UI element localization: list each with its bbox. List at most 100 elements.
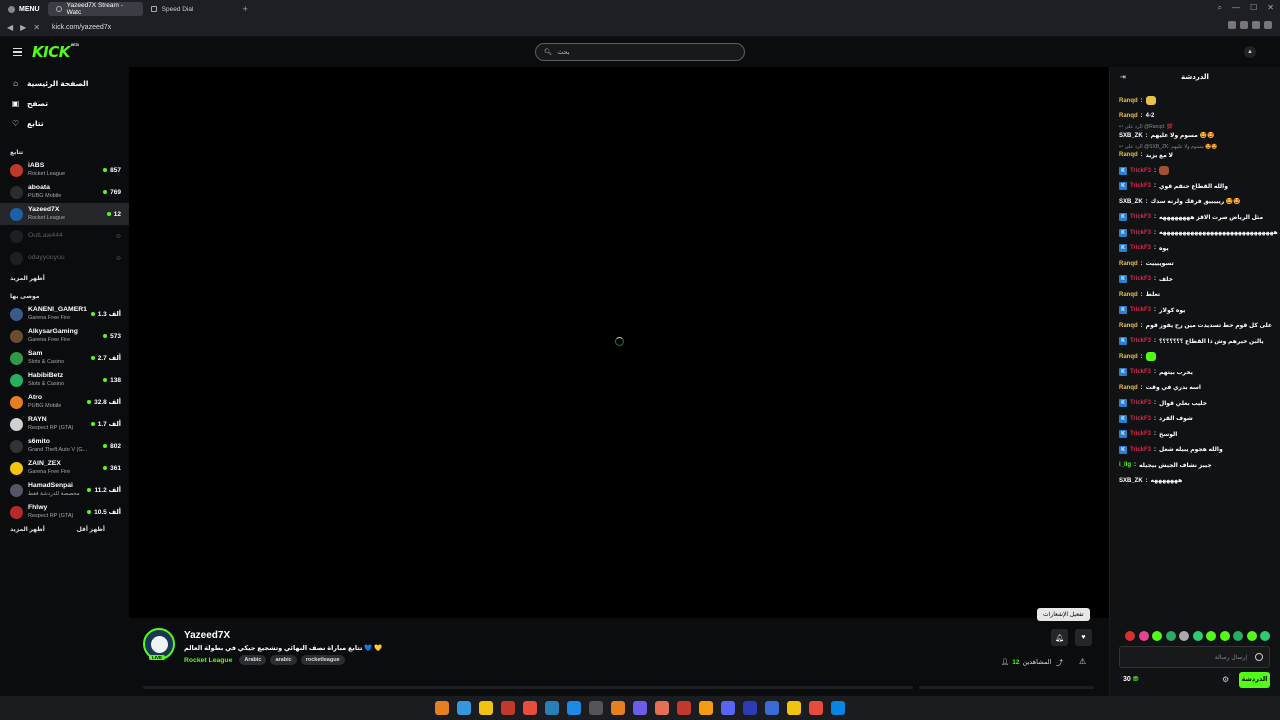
channel-item[interactable]: aboata PUBG Mobile 769: [0, 181, 129, 203]
channel-item[interactable]: OutLaw444 ⊘: [0, 225, 129, 247]
taskbar-app-icon[interactable]: [787, 701, 801, 715]
chat-username[interactable]: TrickF3: [1130, 245, 1151, 251]
video-player[interactable]: [129, 67, 1109, 618]
chat-username[interactable]: TrickF3: [1130, 338, 1151, 344]
chat-input[interactable]: إرسال رسالة: [1119, 646, 1270, 668]
chat-username[interactable]: SXB_ZK: [1119, 133, 1143, 139]
category-link[interactable]: Rocket League: [184, 657, 232, 664]
url-field[interactable]: kick.com/yazeed7x: [52, 24, 111, 31]
emote-icon[interactable]: [1246, 631, 1257, 641]
search-input[interactable]: 🔍︎ بحث: [535, 43, 745, 61]
chevron-up-icon[interactable]: ▲: [1244, 46, 1256, 58]
emote-icon[interactable]: [1152, 631, 1162, 641]
chat-username[interactable]: Ranqd: [1119, 152, 1138, 158]
stop-icon[interactable]: ✕: [33, 23, 40, 32]
channel-item[interactable]: s6mito Grand Theft Auto V (G... 802: [0, 435, 129, 457]
nav-following[interactable]: ♡ تتابع: [0, 113, 129, 133]
taskbar-app-icon[interactable]: [677, 701, 691, 715]
channel-item[interactable]: Atro PUBG Mobile 32.8 ألف: [0, 391, 129, 413]
emote-icon[interactable]: [1192, 631, 1203, 641]
taskbar-app-icon[interactable]: [699, 701, 713, 715]
browser-tab-stream[interactable]: Yazeed7X Stream - Watc: [47, 2, 143, 16]
taskbar-app-icon[interactable]: [611, 701, 625, 715]
emote-icon[interactable]: [1125, 631, 1135, 641]
forward-icon[interactable]: ▶: [20, 23, 26, 32]
chat-username[interactable]: SXB_ZK: [1119, 478, 1143, 484]
notification-bell-button[interactable]: 🔔︎: [1051, 629, 1068, 646]
chat-username[interactable]: TrickF3: [1130, 168, 1151, 174]
channel-item[interactable]: iABS Rocket League 857: [0, 159, 129, 181]
emote-icon[interactable]: [1233, 631, 1243, 641]
channel-item[interactable]: Sam Slots & Casino 2.7 ألف: [0, 347, 129, 369]
chat-username[interactable]: Ranqd: [1119, 292, 1138, 298]
search-tabs-icon[interactable]: ⌕: [1218, 3, 1222, 13]
show-more-following[interactable]: أظهر المزيد: [0, 272, 129, 286]
channel-item[interactable]: KANENI_GAMER1 Garena Free Fire 1.3 ألف: [0, 303, 129, 325]
nav-browse[interactable]: ▣ تصفح: [0, 93, 129, 113]
emoji-icon[interactable]: [1255, 653, 1263, 661]
taskbar-app-icon[interactable]: [479, 701, 493, 715]
chat-username[interactable]: TrickF3: [1130, 230, 1151, 236]
emote-icon[interactable]: [1179, 631, 1189, 641]
taskbar-app-icon[interactable]: [567, 701, 581, 715]
chat-username[interactable]: TrickF3: [1130, 447, 1151, 453]
show-more-recommended[interactable]: أظهر المزيد أظهر أقل: [0, 523, 129, 537]
chat-username[interactable]: Ranqd: [1119, 354, 1138, 360]
chat-username[interactable]: TrickF3: [1130, 431, 1151, 437]
minimize-icon[interactable]: —: [1232, 3, 1240, 13]
extension-icon[interactable]: [1264, 21, 1272, 29]
channel-item[interactable]: Yazeed7X Rocket League 12: [0, 203, 129, 225]
taskbar-app-icon[interactable]: [457, 701, 471, 715]
close-icon[interactable]: ✕: [1267, 3, 1274, 13]
follow-heart-button[interactable]: ♥: [1075, 629, 1092, 646]
taskbar-app-icon[interactable]: [655, 701, 669, 715]
taskbar-app-icon[interactable]: [589, 701, 603, 715]
scrollbar[interactable]: [143, 686, 913, 689]
channel-item[interactable]: odayyouyou ⊘: [0, 247, 129, 269]
maximize-icon[interactable]: ☐: [1250, 3, 1257, 13]
chat-username[interactable]: Ranqd: [1119, 98, 1138, 104]
new-tab-button[interactable]: +: [243, 4, 248, 14]
channel-item[interactable]: HamadSenpai مخصصة للدردشة فقط 11.2 ألف: [0, 479, 129, 501]
chat-username[interactable]: TrickF3: [1130, 183, 1151, 189]
emote-icon[interactable]: [1138, 631, 1149, 641]
collapse-chat-icon[interactable]: ⇥: [1120, 73, 1126, 81]
taskbar-app-icon[interactable]: [501, 701, 515, 715]
chat-username[interactable]: Ranqd: [1119, 385, 1138, 391]
extension-icon[interactable]: [1240, 21, 1248, 29]
emote-icon[interactable]: [1206, 631, 1216, 641]
taskbar-app-icon[interactable]: [633, 701, 647, 715]
report-icon[interactable]: ⚠: [1079, 657, 1086, 666]
browser-menu-button[interactable]: MENU: [0, 0, 48, 18]
chat-username[interactable]: Ranqd: [1119, 113, 1138, 119]
taskbar-app-icon[interactable]: [545, 701, 559, 715]
channel-points[interactable]: 30 ⛃: [1123, 675, 1139, 684]
channel-item[interactable]: AlkysarGaming Garena Free Fire 573: [0, 325, 129, 347]
nav-home[interactable]: ⌂ الصفحة الرئيسية: [0, 73, 129, 93]
taskbar-app-icon[interactable]: [435, 701, 449, 715]
settings-gear-icon[interactable]: ⚙: [1222, 675, 1229, 684]
kick-logo[interactable]: KICKBETA: [32, 43, 79, 61]
chat-username[interactable]: TrickF3: [1130, 276, 1151, 282]
taskbar-app-icon[interactable]: [523, 701, 537, 715]
channel-item[interactable]: Fhlwy Respect RP (GTA) 10.5 ألف: [0, 501, 129, 523]
chat-username[interactable]: TrickF3: [1130, 369, 1151, 375]
chat-username[interactable]: i_llg: [1119, 462, 1131, 468]
hamburger-menu-icon[interactable]: [13, 48, 22, 56]
chat-username[interactable]: TrickF3: [1130, 416, 1151, 422]
channel-item[interactable]: RAYN Respect RP (GTA) 1.7 ألف: [0, 413, 129, 435]
back-icon[interactable]: ◀: [7, 23, 13, 32]
extension-icon[interactable]: [1252, 21, 1260, 29]
show-more-link[interactable]: أظهر المزيد: [10, 523, 45, 537]
extension-icon[interactable]: [1228, 21, 1236, 29]
share-icon[interactable]: ⤴: [1056, 658, 1063, 668]
send-chat-button[interactable]: الدردشة: [1239, 672, 1270, 688]
taskbar-app-icon[interactable]: [809, 701, 823, 715]
chat-username[interactable]: SXB_ZK: [1119, 199, 1143, 205]
emote-icon[interactable]: [1219, 631, 1230, 641]
scrollbar[interactable]: [919, 686, 1094, 689]
taskbar-app-icon[interactable]: [721, 701, 735, 715]
chat-username[interactable]: TrickF3: [1130, 214, 1151, 220]
taskbar-app-icon[interactable]: [743, 701, 757, 715]
tag[interactable]: rocketleague: [300, 655, 345, 665]
